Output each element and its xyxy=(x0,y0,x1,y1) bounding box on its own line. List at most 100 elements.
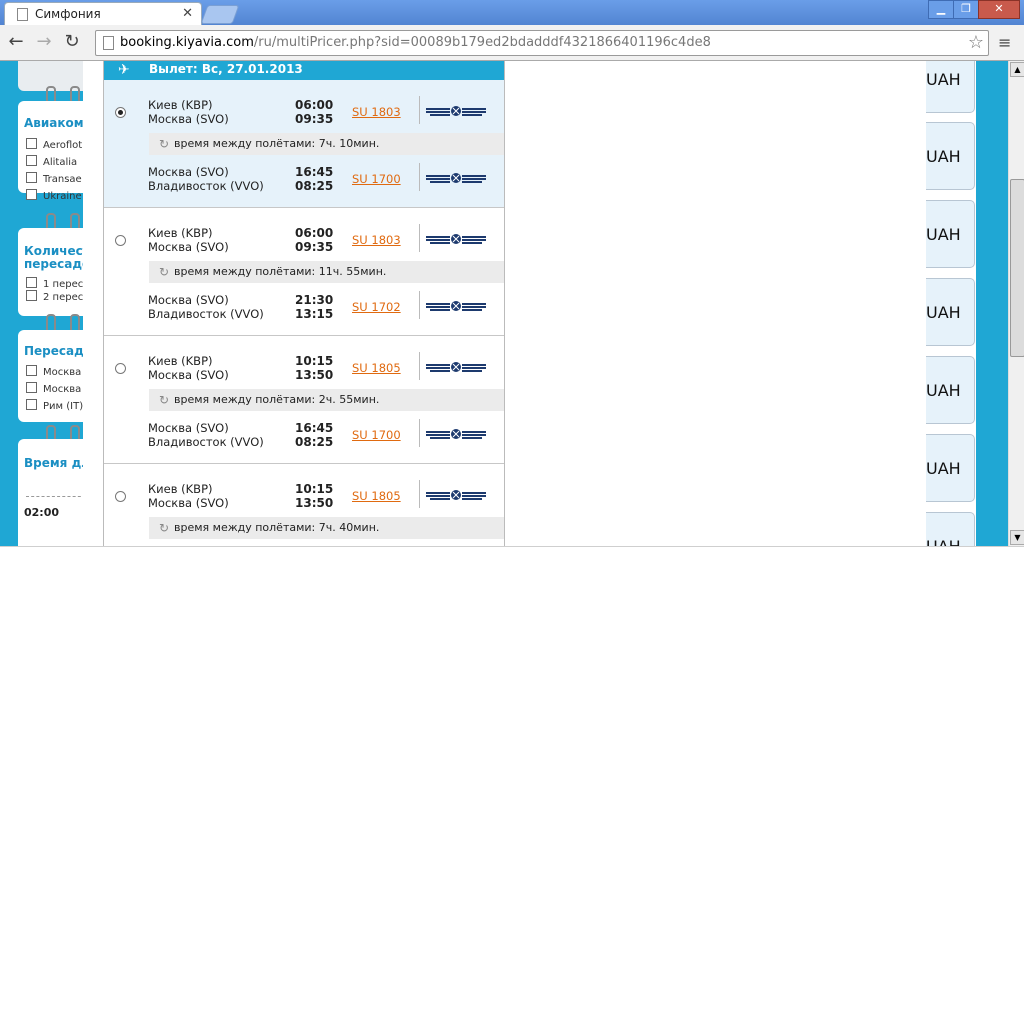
departure-time: 10:15 xyxy=(295,482,334,496)
option-radio[interactable] xyxy=(115,107,126,118)
tab-strip: Симфония ✕ ▁ ❐ ✕ xyxy=(0,0,1024,26)
tab-active[interactable]: Симфония ✕ xyxy=(4,2,202,26)
minimize-button[interactable]: ▁ xyxy=(928,0,954,19)
aeroflot-logo-icon xyxy=(426,173,486,183)
aeroflot-logo-icon xyxy=(426,429,486,439)
price-tile[interactable]: UAH xyxy=(926,434,975,502)
airlines-filter-box: Авиакомп Aeroflot Alitalia Transae Ukrai… xyxy=(18,101,83,202)
flight-option[interactable]: Киев (KBP) Москва (SVO) 10:15 13:50 SU 1… xyxy=(104,464,504,546)
tab-close-icon[interactable]: ✕ xyxy=(182,6,193,21)
scroll-down-arrow-icon[interactable]: ▼ xyxy=(1010,530,1024,545)
segment-to: Москва (SVO) xyxy=(148,240,229,254)
segment-to: Москва (SVO) xyxy=(148,496,229,510)
price-tile[interactable]: UAH xyxy=(926,512,975,546)
back-arrow-icon[interactable]: ← xyxy=(6,31,26,53)
segment-to: Владивосток (VVO) xyxy=(148,435,264,449)
aeroflot-logo-icon xyxy=(426,301,486,311)
flight-number-link[interactable]: SU 1803 xyxy=(352,105,401,119)
star-icon[interactable]: ☆ xyxy=(968,32,984,53)
page-icon xyxy=(103,36,114,50)
flight-number-link[interactable]: SU 1803 xyxy=(352,233,401,247)
option-radio[interactable] xyxy=(115,235,126,246)
segment-from: Киев (KBP) xyxy=(148,354,213,368)
flight-option[interactable]: Киев (KBP) Москва (SVO) 06:00 09:35 SU 1… xyxy=(104,208,504,336)
maximize-button[interactable]: ❐ xyxy=(953,0,979,19)
airline-checkbox[interactable]: Transae xyxy=(26,172,82,185)
aeroflot-logo-icon xyxy=(426,106,486,116)
menu-icon[interactable]: ≡ xyxy=(998,33,1014,52)
segment-from: Москва (SVO) xyxy=(148,421,229,435)
price-tile[interactable]: UAH xyxy=(926,356,975,424)
connection-info: ↻ время между полётами: 11ч. 55мин. xyxy=(149,261,504,283)
time-slider[interactable] xyxy=(26,496,83,499)
flight-number-link[interactable]: SU 1700 xyxy=(352,428,401,442)
flight-number-link[interactable]: SU 1702 xyxy=(352,300,401,314)
divider xyxy=(419,163,420,191)
time-heading: Время дл xyxy=(24,456,83,470)
connection-icon: ↻ xyxy=(159,265,170,279)
departure-date: Вылет: Вс, 27.01.2013 xyxy=(149,62,303,76)
stops-checkbox[interactable]: 2 перес xyxy=(26,290,83,303)
aeroflot-logo-icon xyxy=(426,234,486,244)
filter-sidebar: Авиакомп Aeroflot Alitalia Transae Ukrai… xyxy=(18,61,83,546)
viewport-bottom-border xyxy=(0,546,1024,547)
new-tab-button[interactable] xyxy=(200,5,240,24)
airline-checkbox[interactable]: Ukraine xyxy=(26,189,82,202)
departure-time: 10:15 xyxy=(295,354,334,368)
arrival-time: 13:15 xyxy=(295,307,334,321)
flight-number-link[interactable]: SU 1805 xyxy=(352,489,401,503)
aeroflot-logo-icon xyxy=(426,362,486,372)
transfer-checkbox[interactable]: Рим (IT) xyxy=(26,399,83,412)
option-radio[interactable] xyxy=(115,491,126,502)
window-close-button[interactable]: ✕ xyxy=(978,0,1020,19)
segment-from: Киев (KBP) xyxy=(148,98,213,112)
arrival-time: 09:35 xyxy=(295,112,334,126)
vertical-scrollbar[interactable]: ▲ ▼ xyxy=(1008,61,1024,546)
page-viewport: Авиакомп Aeroflot Alitalia Transae Ukrai… xyxy=(0,61,1008,546)
airplane-icon: ✈ xyxy=(118,62,130,78)
option-radio[interactable] xyxy=(115,363,126,374)
scroll-thumb[interactable] xyxy=(1010,179,1024,357)
browser-chrome: Симфония ✕ ▁ ❐ ✕ ← → ↻ booking.kiyavia.c… xyxy=(0,0,1024,61)
reload-icon[interactable]: ↻ xyxy=(62,31,82,53)
arrival-time: 13:50 xyxy=(295,368,334,382)
departure-time: 06:00 xyxy=(295,226,334,240)
divider xyxy=(419,352,420,380)
stops-heading: Количестпересадо xyxy=(24,244,83,271)
divider xyxy=(419,291,420,319)
divider xyxy=(419,480,420,508)
airline-checkbox[interactable]: Aeroflot xyxy=(26,138,82,151)
divider xyxy=(419,224,420,252)
arrival-time: 09:35 xyxy=(295,240,334,254)
stops-filter-box: Количестпересадо 1 перес 2 перес xyxy=(18,228,83,316)
transfers-heading: Пересадк xyxy=(24,344,83,358)
segment-from: Киев (KBP) xyxy=(148,482,213,496)
connection-info: ↻ время между полётами: 7ч. 10мин. xyxy=(149,133,504,155)
scroll-up-arrow-icon[interactable]: ▲ xyxy=(1010,62,1024,77)
flight-number-link[interactable]: SU 1700 xyxy=(352,172,401,186)
connection-info: ↻ время между полётами: 7ч. 40мин. xyxy=(149,517,504,539)
connection-icon: ↻ xyxy=(159,137,170,151)
flight-number-link[interactable]: SU 1805 xyxy=(352,361,401,375)
transfer-checkbox[interactable]: Москва xyxy=(26,382,81,395)
segment-from: Киев (KBP) xyxy=(148,226,213,240)
segment-to: Москва (SVO) xyxy=(148,112,229,126)
departure-time: 16:45 xyxy=(295,421,334,435)
price-column: UAH UAH UAH UAH UAH UAH UAH xyxy=(926,61,986,546)
left-background xyxy=(0,61,18,546)
connection-info: ↻ время между полётами: 2ч. 55мин. xyxy=(149,389,504,411)
price-tile[interactable]: UAH xyxy=(926,122,975,190)
divider xyxy=(419,419,420,447)
flight-option[interactable]: Киев (KBP) Москва (SVO) 10:15 13:50 SU 1… xyxy=(104,336,504,464)
address-bar[interactable]: booking.kiyavia.com/ru/multiPricer.php?s… xyxy=(95,30,989,56)
price-tile[interactable]: UAH xyxy=(926,61,975,113)
airline-checkbox[interactable]: Alitalia xyxy=(26,155,77,168)
flight-option[interactable]: Киев (KBP) Москва (SVO) 06:00 09:35 SU 1… xyxy=(104,80,504,208)
stops-checkbox[interactable]: 1 перес xyxy=(26,277,83,290)
aeroflot-logo-icon xyxy=(426,490,486,500)
departure-time: 21:30 xyxy=(295,293,334,307)
price-tile[interactable]: UAH xyxy=(926,278,975,346)
price-tile[interactable]: UAH xyxy=(926,200,975,268)
forward-arrow-icon[interactable]: → xyxy=(34,31,54,53)
transfer-checkbox[interactable]: Москва xyxy=(26,365,81,378)
